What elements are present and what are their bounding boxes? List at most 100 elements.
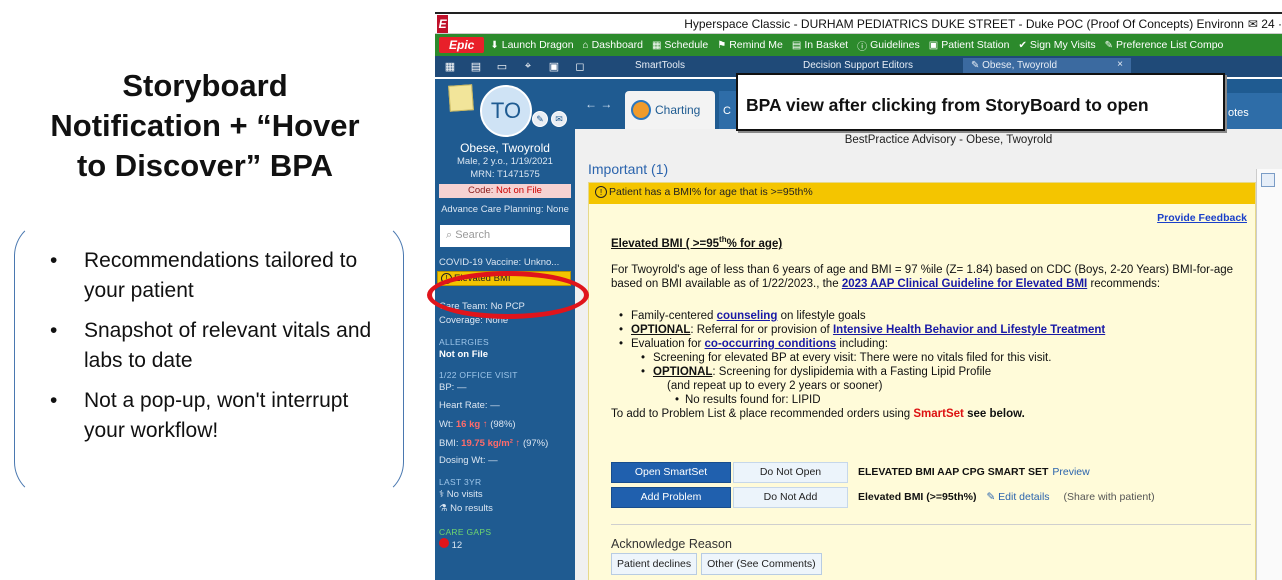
toolbar-guidelines[interactable]: ⓘ Guidelines: [857, 38, 920, 53]
patient-name[interactable]: Obese, Twoyrold: [435, 141, 575, 155]
printer-icon[interactable]: ▣: [543, 60, 565, 73]
banner-text: Patient has a BMI% for age that is >=95t…: [609, 186, 813, 198]
co-occurring-link[interactable]: co-occurring conditions: [705, 338, 837, 350]
mail-icon[interactable]: ✉: [551, 111, 567, 127]
bpa-window-title: BestPractice Advisory - Obese, Twoyrold: [844, 134, 1053, 146]
list-item: Screening for elevated BP at every visit…: [619, 351, 1249, 365]
right-side-panel: [1256, 169, 1282, 580]
share-with-patient[interactable]: (Share with patient): [1064, 491, 1155, 503]
calendar-icon: ▦: [651, 39, 662, 51]
monitor-icon[interactable]: ▭: [491, 60, 513, 73]
heading-post: % for age): [726, 237, 783, 250]
wt-val: 16 kg ↑: [455, 419, 488, 430]
highlight-ellipse: [427, 271, 589, 319]
binoculars-icon[interactable]: ⌖: [517, 60, 539, 73]
bpa-actions: Open SmartSet Do Not Open ELEVATED BMI A…: [611, 461, 1251, 511]
para-text-end: recommends:: [1090, 278, 1161, 290]
back-forward-arrows-icon[interactable]: ← →: [585, 97, 612, 111]
ihblt-link[interactable]: Intensive Health Behavior and Lifestyle …: [833, 324, 1105, 336]
flask-icon: ⚗: [439, 503, 451, 514]
code-value: Not on File: [496, 185, 542, 196]
problem-name: Elevated BMI (>=95th%): [858, 491, 977, 503]
main-toolbar: Epic ⬇ Launch Dragon ⌂ Dashboard ▦ Schedule…: [435, 34, 1282, 56]
open-smartset-button[interactable]: Open SmartSet: [611, 461, 731, 483]
toolbar-sign-my-visits[interactable]: ✔ Sign My Visits: [1018, 39, 1095, 51]
bullet-text: Snapshot of relevant vitals and labs to …: [84, 319, 372, 372]
bpa-heading: Elevated BMI ( >=95th% for age): [611, 235, 782, 250]
side-panel-icon[interactable]: [1261, 173, 1275, 187]
code-label: Code:: [468, 185, 494, 196]
no-visits-label: No visits: [446, 489, 483, 500]
toolbar-dashboard[interactable]: ⌂ Dashboard: [583, 39, 643, 51]
bullet-item: • Not a pop-up, won't interrupt your work…: [44, 386, 389, 446]
list-item: Evaluation for co-occurring conditions i…: [619, 337, 1249, 351]
toolbar-preference-list[interactable]: ✎ Preference List Compo: [1105, 39, 1224, 51]
window-title: Hyperspace Classic - DURHAM PEDIATRICS D…: [684, 16, 1244, 31]
slide-title-line-2: Notification + “Hover: [50, 108, 360, 143]
do-not-open-button[interactable]: Do Not Open: [733, 461, 848, 483]
charting-folder-icon: [631, 100, 651, 120]
provide-feedback-link[interactable]: Provide Feedback: [1157, 212, 1247, 224]
toolbar-in-basket[interactable]: ▤ In Basket: [792, 39, 848, 51]
toolbar-remind-me[interactable]: ⚑ Remind Me: [717, 39, 783, 51]
code-status[interactable]: Code: Not on File: [439, 184, 571, 198]
epic-e-logo-icon: E: [437, 14, 449, 33]
do-not-add-button[interactable]: Do Not Add: [733, 486, 848, 508]
sticky-note-icon[interactable]: [448, 84, 474, 112]
covid-vaccine-status: COVID-19 Vaccine: Unkno...: [439, 257, 560, 268]
li-text: including:: [839, 338, 888, 350]
epic-menu-button[interactable]: Epic: [439, 37, 485, 53]
chat-icon[interactable]: ◻: [569, 60, 591, 73]
problem-action-row: Add Problem Do Not Add Elevated BMI (>=9…: [611, 486, 1251, 508]
tab-charting[interactable]: Charting: [625, 91, 715, 129]
list-item-continued: (and repeat up to every 2 years or soone…: [667, 380, 883, 392]
slide-title-line-1: Storyboard: [122, 68, 288, 103]
edit-icon[interactable]: ✎: [532, 111, 548, 127]
care-gaps-value[interactable]: 12: [435, 538, 575, 553]
advance-care-planning: Advance Care Planning: None: [441, 204, 569, 215]
li-text: : Referral for or provision of: [690, 324, 830, 336]
aap-guideline-link[interactable]: 2023 AAP Clinical Guideline for Elevated…: [842, 278, 1087, 290]
slide-title-line-3: to Discover” BPA: [76, 148, 334, 183]
last-3yr-heading: LAST 3YR: [439, 477, 482, 487]
care-gaps-count: 12: [451, 540, 463, 551]
smartset-name: ELEVATED BMI AAP CPG SMART SET: [858, 466, 1049, 478]
toolbar-label: Schedule: [664, 39, 709, 51]
tail-text: To add to Problem List & place recommend…: [611, 408, 911, 420]
toolbar-schedule[interactable]: ▦ Schedule: [652, 39, 708, 51]
preview-link[interactable]: Preview: [1052, 466, 1089, 478]
toolbar-label: In Basket: [804, 39, 849, 51]
close-icon[interactable]: ×: [1117, 59, 1123, 70]
optional-label: OPTIONAL: [631, 324, 691, 336]
bullet-dot: •: [50, 249, 58, 272]
inbox-icon[interactable]: ▤: [465, 60, 487, 73]
list-item: Family-centered counseling on lifestyle …: [619, 309, 1249, 323]
patient-station-icon: ▣: [928, 39, 939, 51]
avatar[interactable]: TO: [480, 85, 532, 137]
warning-icon: !: [595, 186, 607, 198]
tab-smarttools[interactable]: SmartTools: [627, 58, 693, 75]
slide-title: Storyboard Notification + “Hover to Disc…: [20, 66, 390, 186]
inbox-icon: ▤: [791, 39, 802, 51]
other-see-comments-button[interactable]: Other (See Comments): [701, 553, 822, 575]
checkmark-icon: ✔: [1018, 39, 1027, 51]
avatar-area: TO ✎ ✉: [435, 79, 575, 139]
smartset-word: SmartSet: [913, 408, 964, 420]
bullet-dot: •: [50, 319, 58, 342]
tail-text-end: see below.: [967, 408, 1025, 420]
toolbar-launch-dragon[interactable]: ⬇ Launch Dragon: [490, 39, 573, 51]
bmi-label: BMI:: [439, 438, 459, 449]
toolbar-patient-station[interactable]: ▣ Patient Station: [929, 39, 1010, 51]
tab-patient-label: ✎ Obese, Twoyrold: [971, 60, 1058, 71]
edit-details-link[interactable]: ✎ Edit details: [986, 491, 1049, 503]
counseling-link[interactable]: counseling: [717, 310, 778, 322]
add-problem-button[interactable]: Add Problem: [611, 486, 731, 508]
tab-notes[interactable]: otes: [1224, 93, 1282, 129]
heading-pre: Elevated BMI ( >=95: [611, 237, 720, 250]
bullet-text: Not a pop-up, won't interrupt your workf…: [84, 389, 349, 442]
sidebar-search-input[interactable]: ⌕ Search: [440, 225, 570, 247]
patient-declines-button[interactable]: Patient declines: [611, 553, 698, 575]
calendar-icon[interactable]: ▦: [439, 60, 461, 73]
acknowledge-buttons: Patient declines Other (See Comments): [611, 553, 822, 575]
bmi-pct: (97%): [522, 438, 549, 449]
